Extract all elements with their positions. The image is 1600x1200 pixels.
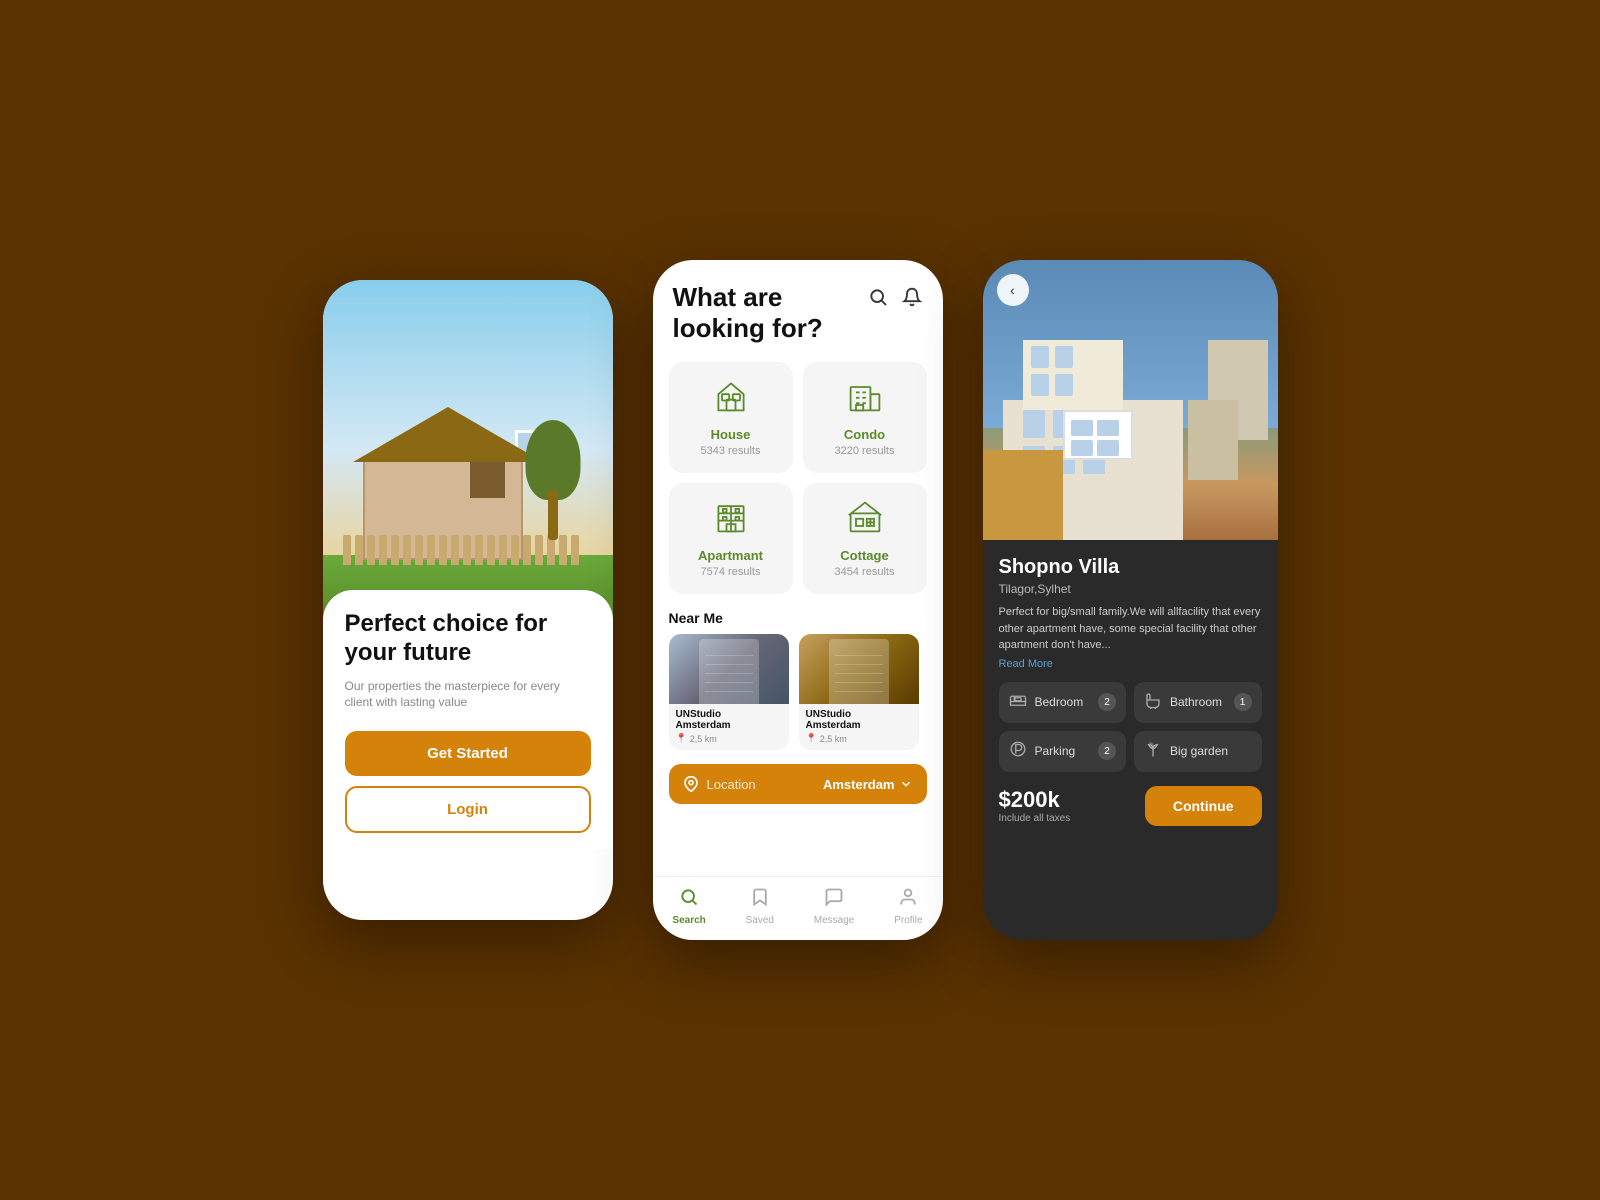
villa-image	[983, 260, 1278, 540]
price-row: $200k Include all taxes Continue	[999, 786, 1262, 826]
near-card-2[interactable]: UNStudio Amsterdam 📍2,5 km	[799, 634, 919, 750]
nav-profile[interactable]: Profile	[894, 887, 922, 926]
screen-3: ‹ Shopno Villa Tilagor,Sylhet Perfect fo…	[983, 260, 1278, 940]
near-card-1[interactable]: UNStudio Amsterdam 📍2,5 km	[669, 634, 789, 750]
bed-icon	[1009, 691, 1027, 714]
feature-bedroom: Bedroom 2	[999, 682, 1127, 723]
header-icons	[867, 282, 923, 308]
header: What arelooking for?	[653, 260, 943, 354]
feature-garden: Big garden	[1134, 731, 1262, 772]
cottage-label: Cottage	[840, 548, 888, 563]
villa-building-illustration	[983, 260, 1278, 540]
saved-nav-label: Saved	[746, 915, 774, 926]
continue-button[interactable]: Continue	[1145, 786, 1262, 826]
category-house[interactable]: House 5343 results	[669, 362, 793, 473]
parking-label: Parking	[1035, 744, 1076, 758]
feature-parking: Parking 2	[999, 731, 1127, 772]
bath-icon	[1144, 691, 1162, 714]
apartment-count: 7574 results	[701, 566, 761, 578]
condo-label: Condo	[844, 427, 885, 442]
feature-bathroom: Bathroom 1	[1134, 682, 1262, 723]
bathroom-label: Bathroom	[1170, 695, 1222, 709]
location-left: Location	[683, 776, 756, 792]
near-card-2-title: UNStudio	[806, 709, 912, 720]
category-grid: House 5343 results Condo 3220 result	[653, 354, 943, 602]
read-more-link[interactable]: Read More	[999, 658, 1262, 670]
tree	[523, 420, 583, 540]
house-count: 5343 results	[701, 445, 761, 457]
screen-1: Perfect choice for your future Our prope…	[323, 280, 613, 920]
house-illustration	[323, 280, 613, 620]
bottom-nav: Search Saved Message Pr	[653, 876, 943, 940]
parking-count: 2	[1098, 742, 1116, 760]
bookmark-nav-icon	[750, 887, 770, 912]
category-condo[interactable]: Condo 3220 results	[803, 362, 927, 473]
search-nav-icon	[679, 887, 699, 912]
hero-image	[323, 280, 613, 620]
villa-hero: ‹	[983, 260, 1278, 540]
near-card-2-image	[799, 634, 919, 704]
near-me-section: Near Me UNStudio Amsterdam 📍2,5 km	[653, 602, 943, 754]
villa-name: Shopno Villa	[999, 556, 1262, 579]
villa-description: Perfect for big/small family.We will all…	[999, 604, 1262, 654]
location-bar[interactable]: Location Amsterdam	[669, 764, 927, 804]
near-card-2-subtitle: Amsterdam	[806, 720, 912, 731]
price-info: $200k Include all taxes	[999, 787, 1071, 824]
apartment-label: Apartmant	[698, 548, 763, 563]
bedroom-count: 2	[1098, 693, 1116, 711]
profile-nav-label: Profile	[894, 915, 922, 926]
nav-search[interactable]: Search	[672, 887, 705, 926]
bell-icon[interactable]	[901, 286, 923, 308]
price-note: Include all taxes	[999, 813, 1071, 824]
near-card-1-image	[669, 634, 789, 704]
villa-location: Tilagor,Sylhet	[999, 582, 1262, 596]
get-started-button[interactable]: Get Started	[345, 731, 591, 776]
near-card-2-distance: 📍2,5 km	[806, 733, 912, 744]
cottage-count: 3454 results	[835, 566, 895, 578]
near-card-1-title: UNStudio	[676, 709, 782, 720]
house-roof	[353, 407, 543, 462]
bedroom-label: Bedroom	[1035, 695, 1084, 709]
screen-2: What arelooking for?	[653, 260, 943, 940]
near-me-label: Near Me	[669, 610, 927, 626]
page-title: What arelooking for?	[673, 282, 867, 344]
search-nav-label: Search	[672, 915, 705, 926]
back-button[interactable]: ‹	[997, 274, 1029, 306]
bathroom-count: 1	[1234, 693, 1252, 711]
nav-saved[interactable]: Saved	[746, 887, 774, 926]
near-card-2-body: UNStudio Amsterdam 📍2,5 km	[799, 704, 919, 750]
category-cottage[interactable]: Cottage 3454 results	[803, 483, 927, 594]
subtext: Our properties the masterpiece for every…	[345, 678, 591, 712]
house-label: House	[711, 427, 751, 442]
headline: Perfect choice for your future	[345, 610, 591, 668]
category-apartment[interactable]: Apartmant 7574 results	[669, 483, 793, 594]
cottage-icon	[847, 499, 883, 542]
near-card-1-body: UNStudio Amsterdam 📍2,5 km	[669, 704, 789, 750]
content-area: Perfect choice for your future Our prope…	[323, 590, 613, 849]
profile-nav-icon	[898, 887, 918, 912]
condo-icon	[847, 378, 883, 421]
apartment-icon	[713, 499, 749, 542]
feature-grid: Bedroom 2 Bathroom 1	[999, 682, 1262, 772]
condo-count: 3220 results	[835, 445, 895, 457]
garden-icon	[1144, 740, 1162, 763]
house-icon	[713, 378, 749, 421]
near-me-scroll: UNStudio Amsterdam 📍2,5 km UNStudio Amst…	[669, 634, 927, 750]
message-nav-icon	[824, 887, 844, 912]
near-card-1-subtitle: Amsterdam	[676, 720, 782, 731]
garden-label: Big garden	[1170, 744, 1228, 758]
location-value: Amsterdam	[823, 777, 913, 792]
info-section: Shopno Villa Tilagor,Sylhet Perfect for …	[983, 540, 1278, 940]
message-nav-label: Message	[814, 915, 855, 926]
nav-message[interactable]: Message	[814, 887, 855, 926]
location-label: Location	[707, 777, 756, 792]
price-amount: $200k	[999, 787, 1071, 813]
parking-icon	[1009, 740, 1027, 763]
login-button[interactable]: Login	[345, 786, 591, 833]
search-icon[interactable]	[867, 286, 889, 308]
near-card-1-distance: 📍2,5 km	[676, 733, 782, 744]
